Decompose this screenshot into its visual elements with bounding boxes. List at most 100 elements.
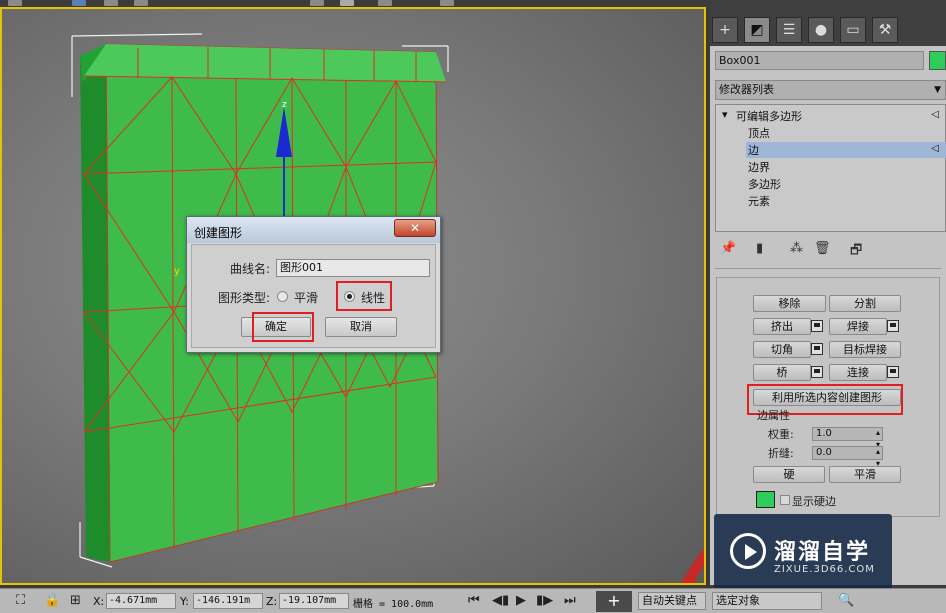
- split-button[interactable]: 分割: [829, 295, 901, 312]
- status-bar: ⛶ 🔒 ⊞ X: -4.671mm Y: -146.191m Z: -19.10…: [0, 588, 946, 613]
- previous-frame-icon[interactable]: ◀▮: [492, 593, 509, 608]
- target-weld-button[interactable]: 目标焊接: [829, 341, 901, 358]
- x-coord-label: X:: [93, 595, 105, 608]
- watermark-url: ZIXUE.3D66.COM: [774, 564, 875, 575]
- weld-button[interactable]: 焊接: [829, 318, 887, 335]
- x-coord-field[interactable]: -4.671mm: [106, 593, 176, 609]
- z-coord-field[interactable]: -19.107mm: [279, 593, 349, 609]
- display-tab-icon[interactable]: ▭: [840, 17, 866, 43]
- crease-value: 0.0: [816, 447, 832, 458]
- show-hard-edges-checkbox[interactable]: [780, 495, 790, 505]
- shape-type-label: 图形类型:: [218, 291, 271, 305]
- stack-item-polygon[interactable]: 多边形: [748, 176, 781, 192]
- object-name-field[interactable]: Box001: [715, 51, 924, 70]
- create-tab-plus-icon[interactable]: +: [712, 17, 738, 43]
- y-axis-label: y: [174, 266, 180, 277]
- toolbar-button[interactable]: [134, 0, 148, 6]
- toolbar-button[interactable]: [440, 0, 454, 6]
- connect-button[interactable]: 连接: [829, 364, 887, 381]
- dialog-titlebar[interactable]: 创建图形 ✕: [187, 217, 440, 243]
- go-to-start-icon[interactable]: ⏮: [468, 593, 480, 608]
- play-logo-icon: [730, 533, 766, 569]
- triangle-icon: ◁: [931, 109, 939, 120]
- chamfer-button[interactable]: 切角: [753, 341, 811, 358]
- modify-tab-icon[interactable]: ◩: [744, 17, 770, 43]
- toolbar-button[interactable]: [310, 0, 324, 6]
- play-icon[interactable]: ▶: [516, 593, 526, 608]
- stack-item-editable-poly[interactable]: 可编辑多边形: [736, 108, 802, 124]
- bridge-settings-icon[interactable]: [811, 366, 823, 378]
- z-axis-label: z: [282, 100, 287, 110]
- smooth-button[interactable]: 平滑: [829, 466, 901, 483]
- stack-expand-icon[interactable]: ▾: [722, 108, 728, 121]
- chevron-down-icon: ▼: [934, 85, 941, 95]
- divider: [715, 268, 941, 269]
- z-coord-label: Z:: [266, 595, 278, 608]
- curve-name-input[interactable]: 图形001: [276, 259, 430, 277]
- stack-item-vertex[interactable]: 顶点: [748, 125, 770, 141]
- extrude-settings-icon[interactable]: [811, 320, 823, 332]
- show-hard-edges-label: 显示硬边: [792, 495, 836, 508]
- weight-spinner[interactable]: 1.0 ▴ ▾: [812, 427, 883, 449]
- motion-tab-icon[interactable]: ●: [808, 17, 834, 43]
- extrude-button[interactable]: 挤出: [753, 318, 811, 335]
- chamfer-settings-icon[interactable]: [811, 343, 823, 355]
- absolute-mode-icon[interactable]: ⊞: [70, 593, 81, 608]
- utilities-tab-wrench-icon[interactable]: ⚒: [872, 17, 898, 43]
- hard-button[interactable]: 硬: [753, 466, 825, 483]
- ok-highlight: [252, 312, 314, 342]
- hard-edge-color-swatch[interactable]: [756, 491, 775, 508]
- cancel-button[interactable]: 取消: [325, 317, 397, 337]
- selection-lock-icon[interactable]: ⛶: [16, 593, 25, 608]
- next-frame-icon[interactable]: ▮▶: [536, 593, 553, 608]
- stack-selection-highlight: [746, 142, 946, 158]
- modifier-stack: ▾ 可编辑多边形 ◁ 顶点 边 ◁ 边界 多边形 元素: [715, 104, 946, 232]
- command-panel-tabs: + ◩ ☰ ● ▭ ⚒: [710, 0, 946, 46]
- toolbar-button[interactable]: [8, 0, 22, 6]
- auto-key-button[interactable]: 自动关键点: [638, 592, 706, 610]
- crease-label: 折缝:: [768, 447, 794, 460]
- smooth-radio-label: 平滑: [294, 291, 319, 305]
- triangle-icon: ◁: [931, 143, 939, 154]
- make-unique-icon[interactable]: ⁂: [790, 241, 803, 256]
- selected-objects-dropdown[interactable]: 选定对象: [712, 592, 822, 610]
- close-button[interactable]: ✕: [394, 219, 436, 237]
- remove-button[interactable]: 移除: [753, 295, 826, 312]
- trash-icon[interactable]: 🗑: [814, 241, 831, 256]
- go-to-end-icon[interactable]: ⏭: [564, 593, 576, 608]
- toolbar-button[interactable]: [340, 0, 354, 6]
- toolbar-button[interactable]: [72, 0, 86, 6]
- toolbar-button[interactable]: [378, 0, 392, 6]
- object-color-swatch[interactable]: [929, 51, 946, 70]
- create-shape-dialog: 创建图形 ✕ 曲线名: 图形001 图形类型: 平滑 线性 确定 取消: [186, 216, 441, 353]
- toolbar-button[interactable]: [104, 0, 118, 6]
- edge-properties-label: 边属性: [757, 409, 790, 422]
- dialog-title: 创建图形: [194, 226, 243, 240]
- modifier-list-label: 修改器列表: [719, 83, 774, 96]
- crease-spinner[interactable]: 0.0 ▴ ▾: [812, 446, 883, 468]
- y-coord-field[interactable]: -146.191m: [193, 593, 263, 609]
- configure-icon[interactable]: 🗗: [850, 241, 862, 263]
- stack-item-border[interactable]: 边界: [748, 159, 770, 175]
- zoom-icon[interactable]: 🔍: [838, 593, 854, 608]
- curve-name-label: 曲线名:: [230, 262, 271, 276]
- watermark-brand: 溜溜自学: [774, 540, 871, 565]
- linear-highlight: [336, 281, 392, 311]
- stack-item-edge[interactable]: 边: [748, 142, 759, 158]
- pin-icon[interactable]: 📌: [720, 241, 736, 256]
- main-toolbar-strip: [0, 0, 710, 7]
- weld-settings-icon[interactable]: [887, 320, 899, 332]
- show-end-result-icon[interactable]: ▮: [756, 241, 763, 256]
- connect-settings-icon[interactable]: [887, 366, 899, 378]
- y-coord-label: Y:: [180, 595, 189, 608]
- hierarchy-tab-icon[interactable]: ☰: [776, 17, 802, 43]
- smooth-radio[interactable]: [277, 291, 288, 302]
- weight-value: 1.0: [816, 428, 832, 439]
- command-panel: + ◩ ☰ ● ▭ ⚒ Box001 修改器列表 ▼ ▾ 可编辑多边形 ◁ 顶点…: [710, 0, 946, 585]
- modifier-list-dropdown[interactable]: 修改器列表 ▼: [715, 80, 946, 100]
- grid-size-readout: 栅格 = 100.0mm: [353, 599, 434, 610]
- bridge-button[interactable]: 桥: [753, 364, 811, 381]
- set-key-plus-icon[interactable]: +: [596, 591, 632, 612]
- lock-icon[interactable]: 🔒: [44, 593, 60, 608]
- stack-item-element[interactable]: 元素: [748, 193, 770, 209]
